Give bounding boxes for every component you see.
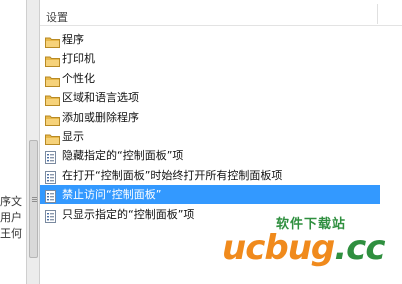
- left-pane-text-fragment: 王何: [0, 227, 22, 240]
- scrollbar-grip-line: [32, 197, 37, 198]
- list-item-label: 个性化: [62, 71, 95, 85]
- left-tree-pane: 序文 用户 王何: [0, 0, 26, 284]
- scrollbar-grip-line: [32, 201, 37, 202]
- column-separator[interactable]: [377, 4, 378, 24]
- scrollbar-grip-line: [32, 199, 37, 200]
- list-item-label: 区域和语言选项: [62, 91, 139, 105]
- list-item-label: 程序: [62, 33, 84, 46]
- watermark-logo-text: ucbug.cc: [222, 228, 385, 268]
- list-item[interactable]: 添加或删除程序: [40, 108, 380, 127]
- setting-icon: [45, 208, 56, 227]
- list-item-label: 打印机: [62, 52, 95, 66]
- column-header-label: 设置: [46, 11, 68, 24]
- list-item-label: 只显示指定的“控制面板”项: [62, 207, 195, 221]
- list-item-label: 禁止访问“控制面板”: [62, 188, 162, 202]
- list-item-label: 显示: [62, 130, 84, 143]
- watermark-logo-main: ucbug: [222, 228, 335, 268]
- list-item[interactable]: 显示: [40, 127, 380, 146]
- list-item[interactable]: 在打开“控制面板”时始终打开所有控制面板项: [40, 166, 380, 185]
- list-item[interactable]: 打印机: [40, 49, 380, 68]
- scrollbar-thumb[interactable]: [29, 140, 38, 258]
- column-header-settings[interactable]: 设置: [40, 0, 402, 26]
- list-item-label: 添加或删除程序: [62, 110, 139, 124]
- left-pane-scrollbar[interactable]: [26, 0, 40, 284]
- ucbug-watermark-logo: 软件下载站 ucbug.cc: [222, 214, 398, 276]
- watermark-logo-domain: .cc: [334, 228, 385, 268]
- list-item[interactable]: 区域和语言选项: [40, 88, 380, 107]
- left-pane-text-fragment: 序文: [0, 195, 22, 208]
- list-item-label: 隐藏指定的“控制面板”项: [62, 149, 184, 163]
- list-item-label: 在打开“控制面板”时始终打开所有控制面板项: [62, 168, 283, 182]
- list-item[interactable]: 禁止访问“控制面板”: [40, 185, 380, 205]
- list-item[interactable]: 隐藏指定的“控制面板”项: [40, 146, 380, 165]
- left-pane-text-fragment: 用户: [0, 211, 22, 224]
- list-item[interactable]: 个性化: [40, 69, 380, 88]
- list-item[interactable]: 程序: [40, 30, 380, 49]
